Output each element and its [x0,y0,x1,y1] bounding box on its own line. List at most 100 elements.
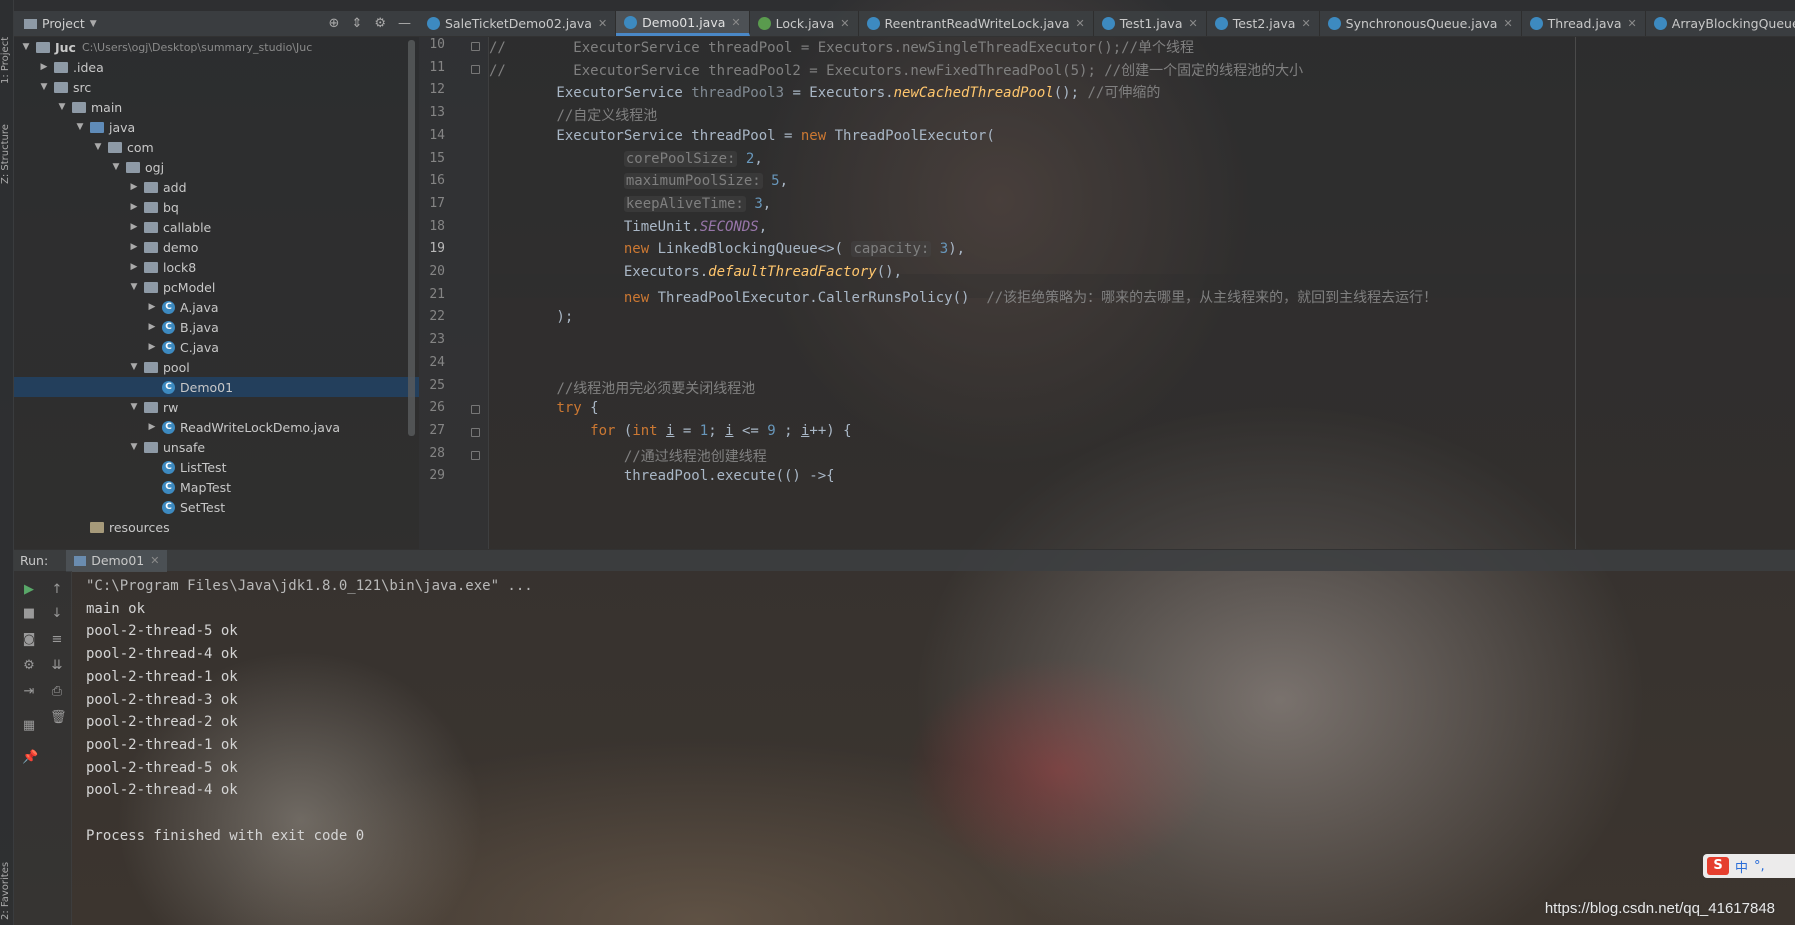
expand-right-icon[interactable]: ▶ [128,222,140,232]
tree-item[interactable]: ▶ lock8 [14,257,419,277]
expand-right-icon[interactable]: ▶ [146,302,158,312]
code-line[interactable]: new ThreadPoolExecutor.CallerRunsPolicy(… [489,287,1437,307]
rerun-icon[interactable]: ▶ [22,583,36,597]
close-icon[interactable]: ✕ [840,17,849,30]
code-line[interactable]: for (int i = 1; i <= 9 ; i++) { [489,423,851,439]
tree-item[interactable]: ▶ .idea [14,57,419,77]
expand-right-icon[interactable]: ▶ [128,262,140,272]
pin-icon[interactable]: 📌 [22,751,38,765]
settings-icon[interactable]: ⚙ [22,659,36,673]
editor-tab[interactable]: Test2.java ✕ [1207,11,1320,36]
code-line[interactable]: new LinkedBlockingQueue<>( capacity: 3), [489,241,965,258]
up-arrow-icon[interactable]: ↑ [50,583,64,597]
ime-indicator[interactable]: S 中 °, [1703,854,1795,878]
editor-tab[interactable]: Lock.java ✕ [750,11,859,36]
expand-right-icon[interactable]: ▶ [146,422,158,432]
tree-item[interactable]: ▶ C A.java [14,297,419,317]
layout-icon[interactable]: ▦ [22,719,36,733]
trash-icon[interactable]: 🗑 [50,711,67,725]
tree-item[interactable]: ▶ C ReadWriteLockDemo.java [14,417,419,437]
code-line[interactable]: Executors.defaultThreadFactory(), [489,264,902,280]
fold-marker-icon[interactable] [471,450,480,460]
gear-icon[interactable]: ⚙ [374,16,386,31]
editor-tab[interactable]: Thread.java ✕ [1522,11,1646,36]
console-output[interactable]: "C:\Program Files\Java\jdk1.8.0_121\bin\… [72,571,1795,925]
close-icon[interactable]: ✕ [150,554,159,567]
tree-item[interactable]: ▼ java [14,117,419,137]
tree-item[interactable]: ▼ Juc C:\Users\ogj\Desktop\summary_studio\… [14,37,419,57]
tree-item[interactable]: ▼ pcModel [14,277,419,297]
project-view-selector[interactable]: Project ▼ [24,16,97,31]
run-tab[interactable]: Demo01 ✕ [66,549,168,572]
tree-item[interactable]: ▼ main [14,97,419,117]
locate-icon[interactable]: ⊕ [329,16,340,31]
camera-icon[interactable]: ◙ [22,633,36,647]
soft-wrap-icon[interactable]: ≡ [50,633,64,647]
code-line[interactable]: maximumPoolSize: 5, [489,173,788,190]
expand-down-icon[interactable]: ▼ [38,82,50,92]
tree-item[interactable]: C MapTest [14,477,419,497]
expand-right-icon[interactable]: ▶ [128,242,140,252]
tree-item[interactable]: C Demo01 [14,377,419,397]
code-line[interactable]: // ExecutorService threadPool = Executor… [489,37,1194,57]
hide-icon[interactable]: — [398,16,411,31]
expand-down-icon[interactable]: ▼ [128,402,140,412]
tree-item[interactable]: ▼ unsafe [14,437,419,457]
favorites-tool-button[interactable]: 2: Favorites [0,850,14,920]
fold-marker-icon[interactable] [471,427,480,437]
exit-icon[interactable]: ⇥ [22,685,36,699]
close-icon[interactable]: ✕ [1628,17,1637,30]
tree-item[interactable]: ▼ src [14,77,419,97]
editor-tab[interactable]: ReentrantReadWriteLock.java ✕ [859,11,1094,36]
code-line[interactable]: //通过线程池创建线程 [489,446,767,466]
close-icon[interactable]: ✕ [1301,17,1310,30]
editor-tab[interactable]: Test1.java ✕ [1094,11,1207,36]
tree-scrollbar[interactable] [408,40,415,436]
code-line[interactable]: ExecutorService threadPool = new ThreadP… [489,128,994,144]
tree-item[interactable]: ▶ demo [14,237,419,257]
fold-marker-icon[interactable] [471,405,480,415]
expand-right-icon[interactable]: ▶ [146,322,158,332]
down-arrow-icon[interactable]: ↓ [50,607,64,621]
close-icon[interactable]: ✕ [731,16,740,29]
code-line[interactable]: try { [489,400,598,416]
tree-item[interactable]: ▼ ogj [14,157,419,177]
tree-item[interactable]: ▼ pool [14,357,419,377]
code-line[interactable]: ); [489,309,573,325]
expand-down-icon[interactable]: ▼ [92,142,104,152]
stop-icon[interactable]: ■ [22,607,36,621]
expand-down-icon[interactable]: ▼ [110,162,122,172]
close-icon[interactable]: ✕ [598,17,607,30]
collapse-all-icon[interactable]: ⇕ [351,16,362,31]
expand-down-icon[interactable]: ▼ [20,42,32,52]
tree-item[interactable]: ▶ C C.java [14,337,419,357]
tree-item[interactable]: ▶ callable [14,217,419,237]
expand-right-icon[interactable]: ▶ [128,182,140,192]
editor-tab[interactable]: SaleTicketDemo02.java ✕ [419,11,617,36]
expand-down-icon[interactable]: ▼ [128,282,140,292]
expand-down-icon[interactable]: ▼ [74,122,86,132]
expand-down-icon[interactable]: ▼ [56,102,68,112]
expand-right-icon[interactable]: ▶ [146,342,158,352]
scroll-to-end-icon[interactable]: ⇊ [50,659,64,673]
code-editor[interactable]: // ExecutorService threadPool = Executor… [489,37,1795,549]
code-line[interactable]: corePoolSize: 2, [489,150,763,167]
print-icon[interactable]: ⎙ [50,685,64,699]
editor-tab[interactable]: Demo01.java ✕ [616,11,750,36]
fold-marker-icon[interactable] [471,42,480,51]
tree-item[interactable]: ▶ add [14,177,419,197]
code-line[interactable]: //线程池用完必须要关闭线程池 [489,378,755,398]
tree-item[interactable]: resources [14,517,419,537]
fold-marker-icon[interactable] [471,64,480,74]
editor-tab[interactable]: SynchronousQueue.java ✕ [1320,11,1522,36]
structure-tool-button[interactable]: Z: Structure [0,104,14,184]
code-line[interactable]: threadPool.execute(() ->{ [489,468,835,484]
code-line[interactable]: // ExecutorService threadPool2 = Executo… [489,60,1303,80]
tree-item[interactable]: ▶ bq [14,197,419,217]
tree-item[interactable]: ▼ rw [14,397,419,417]
project-tool-button[interactable]: 1: Project [0,14,14,84]
expand-down-icon[interactable]: ▼ [128,362,140,372]
code-line[interactable]: keepAliveTime: 3, [489,195,771,212]
tree-item[interactable]: ▼ com [14,137,419,157]
tree-item[interactable]: ▶ C B.java [14,317,419,337]
